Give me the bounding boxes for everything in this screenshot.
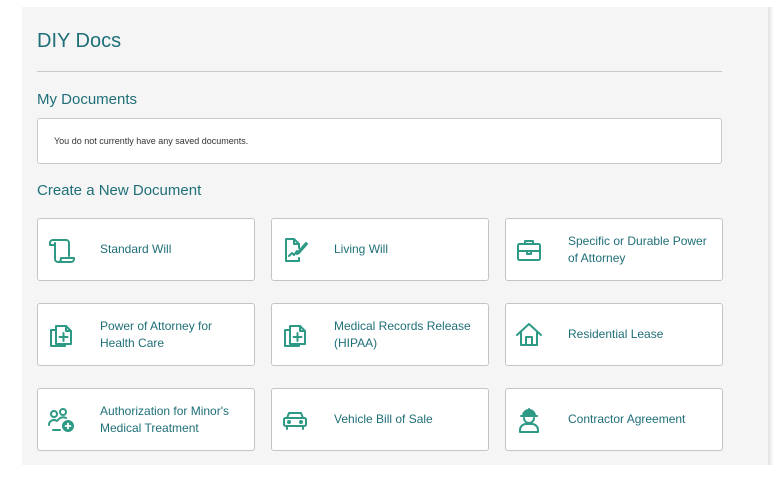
doc-card-label: Medical Records Release (HIPAA) [334, 318, 471, 350]
doc-card-label: Residential Lease [568, 327, 664, 341]
medical-documents-icon [46, 320, 76, 350]
document-type-grid: Standard Will Living Will Specific or Du… [37, 218, 723, 451]
doc-card-contractor-agreement[interactable]: Contractor Agreement [505, 388, 723, 451]
doc-card-label: Living Will [334, 242, 389, 256]
briefcase-icon [514, 235, 544, 265]
page-title: DIY Docs [37, 30, 122, 52]
doc-card-label: Specific or Durable Power of Attorney [568, 233, 707, 265]
people-add-icon [46, 405, 76, 435]
doc-card-label: Vehicle Bill of Sale [334, 412, 433, 426]
create-document-heading: Create a New Document [37, 182, 202, 199]
saved-documents-box: You do not currently have any saved docu… [37, 118, 722, 164]
doc-card-label: Standard Will [100, 242, 172, 256]
doc-card-label: Authorization for Minor's Medical Treatm… [100, 403, 230, 435]
doc-card-minor-medical-treatment[interactable]: Authorization for Minor's Medical Treatm… [37, 388, 255, 451]
doc-card-label: Contractor Agreement [568, 412, 686, 426]
worker-icon [514, 405, 544, 435]
house-icon [514, 320, 544, 350]
doc-card-label: Power of Attorney for Health Care [100, 318, 213, 350]
doc-card-poa-health-care[interactable]: Power of Attorney for Health Care [37, 303, 255, 366]
medical-documents-icon [280, 320, 310, 350]
empty-documents-message: You do not currently have any saved docu… [54, 136, 249, 146]
document-signature-icon [280, 235, 310, 265]
title-divider [37, 71, 722, 72]
doc-card-power-of-attorney[interactable]: Specific or Durable Power of Attorney [505, 218, 723, 281]
doc-card-standard-will[interactable]: Standard Will [37, 218, 255, 281]
doc-card-vehicle-bill-of-sale[interactable]: Vehicle Bill of Sale [271, 388, 489, 451]
scroll-icon [46, 235, 76, 265]
doc-card-residential-lease[interactable]: Residential Lease [505, 303, 723, 366]
doc-card-living-will[interactable]: Living Will [271, 218, 489, 281]
car-icon [280, 405, 310, 435]
my-documents-heading: My Documents [37, 91, 138, 108]
panel-shadow [768, 7, 774, 465]
doc-card-medical-records-release[interactable]: Medical Records Release (HIPAA) [271, 303, 489, 366]
